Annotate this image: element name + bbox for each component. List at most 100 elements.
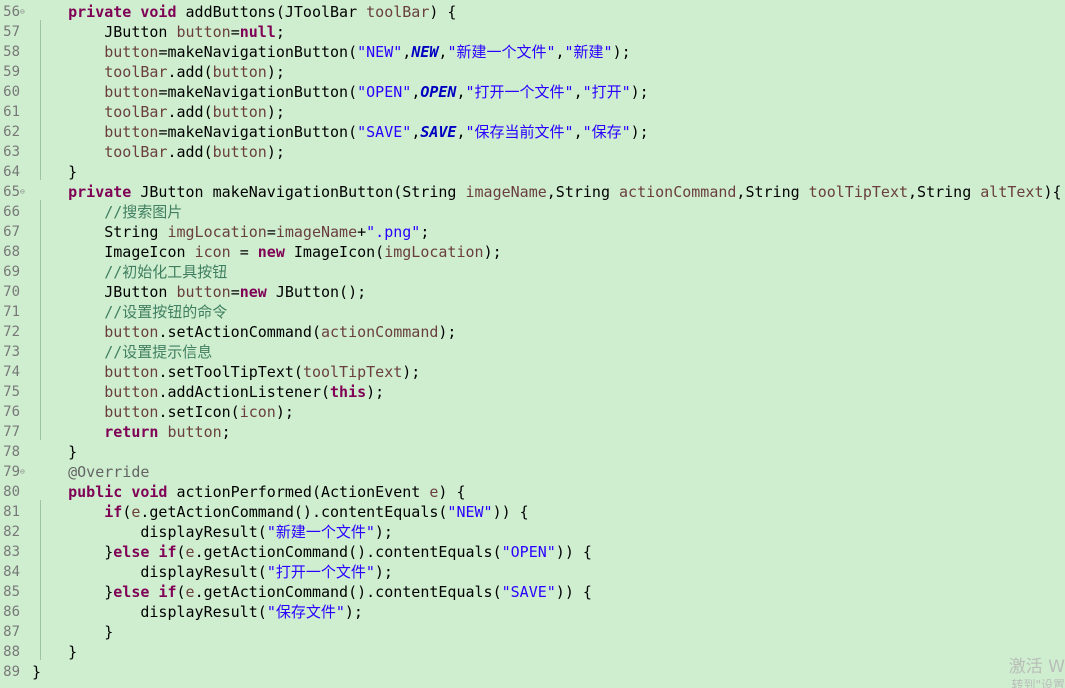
code-line[interactable]: 73 //设置提示信息 [0, 342, 1065, 362]
variable: button [176, 23, 231, 41]
code-token: JButton [104, 23, 177, 41]
code-line[interactable]: 84 displayResult("打开一个文件"); [0, 562, 1065, 582]
code-text: private void addButtons(JToolBar toolBar… [32, 2, 456, 22]
code-line[interactable]: 61 toolBar.add(button); [0, 102, 1065, 122]
code-text: button.setActionCommand(actionCommand); [32, 322, 456, 342]
code-token: = [230, 283, 240, 301]
code-line[interactable]: 62 button=makeNavigationButton("SAVE",SA… [0, 122, 1065, 142]
code-token: .addActionListener( [158, 383, 331, 401]
code-line[interactable]: 74 button.setToolTipText(toolTipText); [0, 362, 1065, 382]
code-line[interactable]: 82 displayResult("新建一个文件"); [0, 522, 1065, 542]
keyword: void [140, 3, 177, 21]
line-number: 73 [3, 344, 20, 360]
code-line[interactable]: 64 } [0, 162, 1065, 182]
code-line[interactable]: 75 button.addActionListener(this); [0, 382, 1065, 402]
code-text: public void actionPerformed(ActionEvent … [32, 482, 465, 502]
line-number: 66 [3, 204, 20, 220]
code-line[interactable]: 86 displayResult("保存文件"); [0, 602, 1065, 622]
code-token: .getActionCommand().contentEquals( [140, 503, 448, 521]
code-token: .setToolTipText( [158, 363, 303, 381]
code-text: } [32, 442, 77, 462]
variable: imgLocation [384, 243, 484, 261]
string-literal: "保存当前文件" [465, 123, 574, 141]
code-token: ) { [429, 3, 457, 21]
code-text: String imgLocation=imageName+".png"; [32, 222, 429, 242]
keyword: if [158, 583, 177, 601]
code-line[interactable]: 81 if(e.getActionCommand().contentEquals… [0, 502, 1065, 522]
code-line[interactable]: 89 } [0, 662, 1065, 682]
variable: imageName [275, 223, 358, 241]
code-line[interactable]: 71 //设置按钮的命令 [0, 302, 1065, 322]
line-number: 80 [3, 484, 20, 500]
code-line[interactable]: 77 return button; [0, 422, 1065, 442]
line-number: 71 [3, 304, 20, 320]
string-literal: "NEW" [447, 503, 493, 521]
variable: button [212, 103, 267, 121]
code-token: ); [630, 123, 649, 141]
line-number: 76 [3, 404, 20, 420]
variable: imgLocation [167, 223, 267, 241]
line-number: 59 [3, 64, 20, 80]
code-text: displayResult("保存文件"); [32, 602, 363, 622]
line-number: 74 [3, 364, 20, 380]
code-text: //设置提示信息 [32, 342, 212, 362]
variable: toolBar [104, 103, 168, 121]
fold-collapse-icon[interactable]: ⊖ [20, 462, 30, 482]
code-text: JButton button=new JButton(); [32, 282, 366, 302]
code-token: ); [266, 63, 285, 81]
code-line[interactable]: 87 } [0, 622, 1065, 642]
variable: button [104, 363, 159, 381]
code-line[interactable]: 85 }else if(e.getActionCommand().content… [0, 582, 1065, 602]
code-line[interactable]: 68 ImageIcon icon = new ImageIcon(imgLoc… [0, 242, 1065, 262]
code-token: ; [275, 23, 285, 41]
code-line[interactable]: 66 //搜索图片 [0, 202, 1065, 222]
keyword: private [68, 3, 132, 21]
code-line[interactable]: 59 toolBar.add(button); [0, 62, 1065, 82]
code-text: private JButton makeNavigationButton(Str… [32, 182, 1061, 202]
code-line[interactable]: 56 ⊖ private void addButtons(JToolBar to… [0, 2, 1065, 22]
string-literal: "打开一个文件" [266, 563, 375, 581]
code-token: String [104, 223, 168, 241]
code-line[interactable]: 69 //初始化工具按钮 [0, 262, 1065, 282]
code-token: .getActionCommand().contentEquals( [194, 583, 502, 601]
code-line[interactable]: 88 } [0, 642, 1065, 662]
code-token: ); [483, 243, 502, 261]
line-number: 56 [3, 4, 20, 20]
code-token: ); [266, 143, 285, 161]
line-number: 89 [3, 664, 20, 680]
string-literal: "新建" [564, 43, 613, 61]
code-line[interactable]: 70 JButton button=new JButton(); [0, 282, 1065, 302]
static-field: OPEN [420, 83, 457, 101]
variable: button [167, 423, 222, 441]
code-token: JButton makeNavigationButton(String [131, 183, 466, 201]
code-line[interactable]: 60 button=makeNavigationButton("OPEN",OP… [0, 82, 1065, 102]
code-line[interactable]: 80 public void actionPerformed(ActionEve… [0, 482, 1065, 502]
code-line[interactable]: 78 } [0, 442, 1065, 462]
code-line[interactable]: 67 String imgLocation=imageName+".png"; [0, 222, 1065, 242]
variable: actionCommand [619, 183, 737, 201]
string-literal: "新建一个文件" [266, 523, 375, 541]
code-line[interactable]: 63 toolBar.add(button); [0, 142, 1065, 162]
line-number: 78 [3, 444, 20, 460]
code-text: button.setToolTipText(toolTipText); [32, 362, 420, 382]
code-line[interactable]: 76 button.setIcon(icon); [0, 402, 1065, 422]
code-token: , [573, 83, 583, 101]
line-number: 81 [3, 504, 20, 520]
code-token: .setActionCommand( [158, 323, 321, 341]
code-line[interactable]: 58 button=makeNavigationButton("NEW",NEW… [0, 42, 1065, 62]
string-literal: "OPEN" [357, 83, 412, 101]
code-token: } [104, 543, 114, 561]
code-text: } [32, 162, 77, 182]
code-editor[interactable]: 56 ⊖ private void addButtons(JToolBar to… [0, 0, 1065, 688]
line-number: 62 [3, 124, 20, 140]
code-line[interactable]: 65 ⊖ private JButton makeNavigationButto… [0, 182, 1065, 202]
code-line[interactable]: 83 }else if(e.getActionCommand().content… [0, 542, 1065, 562]
code-line[interactable]: 72 button.setActionCommand(actionCommand… [0, 322, 1065, 342]
code-line[interactable]: 57 JButton button=null; [0, 22, 1065, 42]
line-number: 69 [3, 264, 20, 280]
fold-collapse-icon[interactable]: ⊖ [20, 182, 30, 202]
fold-collapse-icon[interactable]: ⊖ [20, 2, 30, 22]
code-token: + [357, 223, 367, 241]
variable: imageName [465, 183, 547, 201]
code-line[interactable]: 79 ⊖ @Override [0, 462, 1065, 482]
